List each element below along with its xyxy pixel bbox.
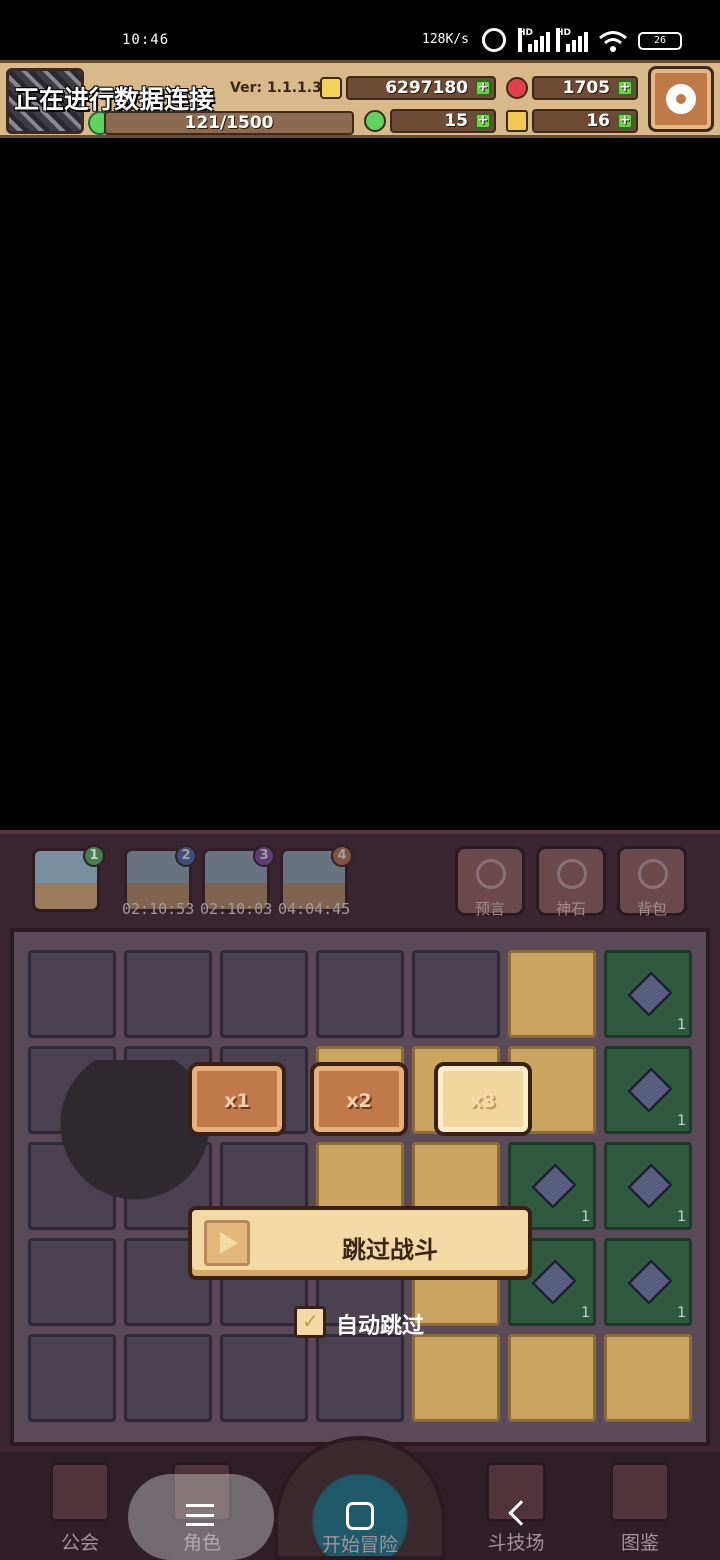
clover-icon xyxy=(364,110,386,132)
board-cell[interactable] xyxy=(316,950,404,1038)
add-keys-button[interactable]: + xyxy=(617,113,633,129)
board-cell[interactable] xyxy=(28,1334,116,1422)
auto-skip-toggle[interactable]: 自动跳过 xyxy=(294,1306,454,1340)
expedition-slot-1[interactable]: 1 xyxy=(32,845,105,912)
network-speed: 128K/s xyxy=(422,32,469,47)
skip-battle-label: 跳过战斗 xyxy=(342,1236,438,1264)
gem-count: 1 xyxy=(581,1305,590,1321)
gem-count: 1 xyxy=(677,1209,686,1225)
clover-counter: 15 + xyxy=(390,109,496,133)
add-gold-button[interactable]: + xyxy=(475,80,491,96)
board-cell[interactable] xyxy=(220,950,308,1038)
slot-number: 4 xyxy=(331,845,353,867)
board-cell-gem[interactable]: 1 xyxy=(604,950,692,1038)
key-value: 16 xyxy=(586,111,610,131)
status-bar: 10:46 128K/s HD HD 26 xyxy=(0,0,720,60)
gem-counter: 1705 + xyxy=(532,76,638,100)
top-hud: 正在进行数据连接 Ver: 1.1.1.3 6297180 + 1705 + 1… xyxy=(0,60,720,138)
auto-skip-checkbox[interactable] xyxy=(294,1306,326,1338)
gem-count: 1 xyxy=(677,1305,686,1321)
version-label: Ver: 1.1.1.3 xyxy=(230,80,322,96)
gem-count: 1 xyxy=(581,1209,590,1225)
gem-icon xyxy=(531,1259,577,1305)
slot-timer: 04:04:45 xyxy=(278,900,351,918)
gold-coin-icon xyxy=(320,77,342,99)
add-gems-button[interactable]: + xyxy=(617,80,633,96)
slot-timer: 02:10:03 xyxy=(200,900,273,918)
gem-icon xyxy=(627,1067,673,1113)
slot-number: 3 xyxy=(253,845,275,867)
menu-icon[interactable] xyxy=(186,1504,214,1526)
slot-number: 2 xyxy=(175,845,197,867)
board-cell-gem[interactable]: 1 xyxy=(604,1046,692,1134)
board-cell[interactable] xyxy=(28,950,116,1038)
gem-count: 1 xyxy=(677,1017,686,1033)
alarm-icon xyxy=(482,28,506,52)
play-arrow-icon xyxy=(204,1220,250,1266)
skip-battle-button[interactable]: 跳过战斗 xyxy=(188,1206,532,1280)
board-cell[interactable] xyxy=(220,1334,308,1422)
board-cell-gem[interactable]: 1 xyxy=(604,1142,692,1230)
home-icon[interactable] xyxy=(346,1502,374,1530)
board-cell[interactable] xyxy=(412,1334,500,1422)
back-icon[interactable] xyxy=(508,1500,534,1526)
board-cell[interactable] xyxy=(28,1238,116,1326)
board-cell-chest[interactable] xyxy=(604,1334,692,1422)
board-cell[interactable] xyxy=(124,1334,212,1422)
red-gem-icon xyxy=(506,77,528,99)
battery-icon: 26 xyxy=(638,32,682,50)
energy-bar: 121/1500 xyxy=(104,111,354,135)
clock: 10:46 xyxy=(122,32,170,48)
board-cell-monster[interactable] xyxy=(508,1334,596,1422)
board-cell-gem[interactable]: 1 xyxy=(604,1238,692,1326)
board-cell[interactable] xyxy=(412,950,500,1038)
signal-icon: HD xyxy=(556,28,588,52)
board-cell[interactable] xyxy=(316,1334,404,1422)
speed-x2-button[interactable]: x2 xyxy=(310,1062,408,1136)
gem-icon xyxy=(627,1259,673,1305)
wifi-icon xyxy=(599,31,627,52)
slot-number: 1 xyxy=(83,845,105,867)
backpack-label: 背包 xyxy=(636,900,667,918)
auto-skip-label: 自动跳过 xyxy=(336,1314,425,1339)
slot-timer: 02:10:53 xyxy=(122,900,195,918)
key-icon xyxy=(506,110,528,132)
gear-icon xyxy=(669,87,693,111)
gold-counter: 6297180 + xyxy=(346,76,496,100)
prophecy-label: 预言 xyxy=(474,900,505,918)
gem-value: 1705 xyxy=(562,78,610,98)
gold-value: 6297180 xyxy=(385,78,468,98)
gem-icon xyxy=(627,1163,673,1209)
add-clover-button[interactable]: + xyxy=(475,113,491,129)
speed-x3-button[interactable]: x3 xyxy=(434,1062,532,1136)
gem-icon xyxy=(627,971,673,1017)
crystal-ball-icon xyxy=(476,859,506,889)
rune-stone-icon xyxy=(557,859,587,889)
key-counter: 16 + xyxy=(532,109,638,133)
rune-stone-label: 神石 xyxy=(555,900,586,918)
backpack-icon xyxy=(638,859,668,889)
clover-value: 15 xyxy=(444,111,468,131)
board-cell[interactable] xyxy=(124,950,212,1038)
system-nav-bar xyxy=(0,1474,720,1560)
board-cell-tree[interactable] xyxy=(508,950,596,1038)
speed-x1-button[interactable]: x1 xyxy=(188,1062,286,1136)
signal-icon: HD xyxy=(518,28,550,52)
settings-button[interactable] xyxy=(648,66,714,132)
gem-icon xyxy=(531,1163,577,1209)
gem-count: 1 xyxy=(677,1113,686,1129)
